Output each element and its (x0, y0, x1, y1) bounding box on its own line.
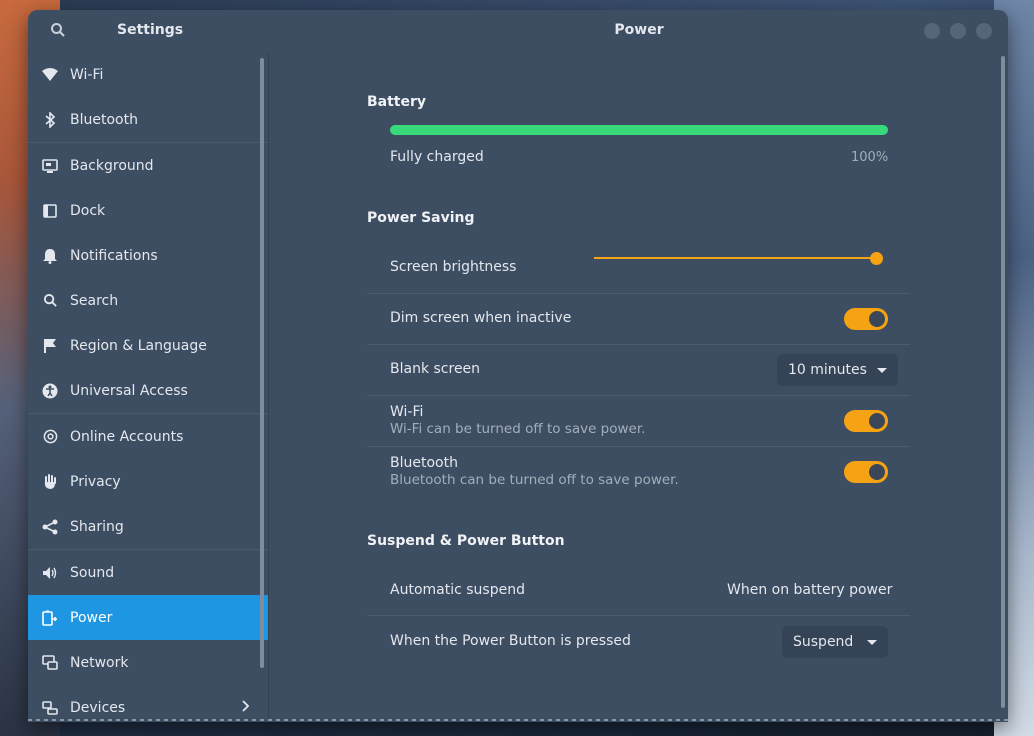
sidebar-title: Settings (117, 22, 184, 38)
sidebar-item-notifications[interactable]: Notifications (28, 233, 268, 278)
power-panel: Battery Fully charged 100% Power Saving … (269, 52, 1008, 722)
sidebar-item-label: Network (70, 654, 129, 671)
sidebar-item-label: Sharing (70, 518, 124, 535)
sidebar-item-wifi[interactable]: Wi-Fi (28, 52, 268, 97)
at-icon (41, 428, 59, 446)
share-icon (41, 518, 59, 536)
sidebar-item-bluetooth[interactable]: Bluetooth (28, 97, 268, 142)
divider (367, 446, 910, 447)
bluetooth-power-description: Bluetooth can be turned off to save powe… (390, 472, 679, 488)
chevron-down-icon (876, 367, 887, 373)
bluetooth-power-label: Bluetooth (390, 455, 458, 471)
chevron-down-icon (867, 639, 878, 645)
sidebar-item-region[interactable]: Region & Language (28, 323, 268, 368)
brightness-slider-handle[interactable] (870, 252, 883, 265)
sidebar-item-label: Online Accounts (70, 428, 184, 445)
battery-level-bar (390, 125, 888, 135)
header-bar: Settings Power (28, 10, 1008, 52)
sidebar-item-label: Universal Access (70, 382, 188, 399)
devices-icon (41, 699, 59, 717)
power-icon (41, 609, 59, 627)
speaker-icon (41, 564, 59, 582)
automatic-suspend-value[interactable]: When on battery power (727, 582, 892, 598)
dim-label: Dim screen when inactive (390, 310, 572, 326)
blank-screen-label: Blank screen (390, 361, 481, 377)
dock-icon (41, 202, 59, 220)
power-button-dropdown[interactable]: Suspend (782, 626, 889, 658)
wifi-power-toggle[interactable] (844, 410, 888, 432)
blank-screen-dropdown[interactable]: 10 minutes (777, 354, 898, 386)
sidebar-item-universal-access[interactable]: Universal Access (28, 368, 268, 413)
blank-screen-value: 10 minutes (788, 362, 867, 378)
accessibility-icon (41, 382, 59, 400)
sidebar-item-online-accounts[interactable]: Online Accounts (28, 414, 268, 459)
divider (367, 615, 910, 616)
sidebar: Wi-Fi Bluetooth Background Dock Notifica… (28, 52, 269, 722)
sidebar-item-label: Power (70, 609, 113, 626)
sidebar-item-label: Search (70, 292, 119, 309)
power-button-label: When the Power Button is pressed (390, 633, 631, 649)
sidebar-item-power[interactable]: Power (28, 595, 268, 640)
close-button[interactable] (976, 23, 992, 39)
wifi-icon (41, 66, 59, 84)
sidebar-item-dock[interactable]: Dock (28, 188, 268, 233)
power-saving-section-title: Power Saving (367, 210, 475, 226)
sidebar-item-label: Background (70, 157, 154, 174)
sidebar-item-label: Bluetooth (70, 111, 138, 128)
background-icon (41, 157, 59, 175)
sidebar-item-label: Privacy (70, 473, 121, 490)
sidebar-item-label: Notifications (70, 247, 158, 264)
wifi-power-label: Wi-Fi (390, 404, 424, 420)
sidebar-item-network[interactable]: Network (28, 640, 268, 685)
flag-icon (41, 337, 59, 355)
sidebar-item-label: Sound (70, 564, 115, 581)
wifi-power-description: Wi-Fi can be turned off to save power. (390, 421, 646, 437)
battery-percent: 100% (851, 150, 889, 165)
bluetooth-icon (41, 111, 59, 129)
bell-icon (41, 247, 59, 265)
search-icon (41, 292, 59, 310)
network-icon (41, 654, 59, 672)
divider (367, 293, 910, 294)
sidebar-item-label: Devices (70, 699, 126, 716)
power-button-value: Suspend (793, 634, 854, 650)
sidebar-item-label: Wi-Fi (70, 66, 104, 83)
dim-screen-toggle[interactable] (844, 308, 888, 330)
sidebar-item-privacy[interactable]: Privacy (28, 459, 268, 504)
sidebar-item-label: Dock (70, 202, 106, 219)
sidebar-scrollbar[interactable] (260, 58, 264, 668)
window-bottom-edge (28, 719, 1008, 721)
battery-section-title: Battery (367, 94, 427, 110)
hand-icon (41, 473, 59, 491)
divider (367, 395, 910, 396)
minimize-button[interactable] (924, 23, 940, 39)
sidebar-item-background[interactable]: Background (28, 143, 268, 188)
sidebar-item-devices[interactable]: Devices (28, 685, 268, 722)
search-icon[interactable] (50, 22, 68, 40)
suspend-section-title: Suspend & Power Button (367, 533, 565, 549)
sidebar-item-sound[interactable]: Sound (28, 550, 268, 595)
maximize-button[interactable] (950, 23, 966, 39)
bluetooth-power-toggle[interactable] (844, 461, 888, 483)
sidebar-item-search[interactable]: Search (28, 278, 268, 323)
main-scrollbar[interactable] (1001, 56, 1005, 708)
chevron-right-icon (242, 699, 250, 716)
settings-window: Settings Power Wi-Fi Bluetooth Backgroun… (28, 10, 1008, 722)
brightness-label: Screen brightness (390, 259, 517, 275)
divider (367, 344, 910, 345)
sidebar-item-sharing[interactable]: Sharing (28, 504, 268, 549)
automatic-suspend-label: Automatic suspend (390, 582, 525, 598)
sidebar-item-label: Region & Language (70, 337, 207, 354)
brightness-slider[interactable] (594, 257, 876, 259)
battery-status: Fully charged (390, 149, 484, 165)
